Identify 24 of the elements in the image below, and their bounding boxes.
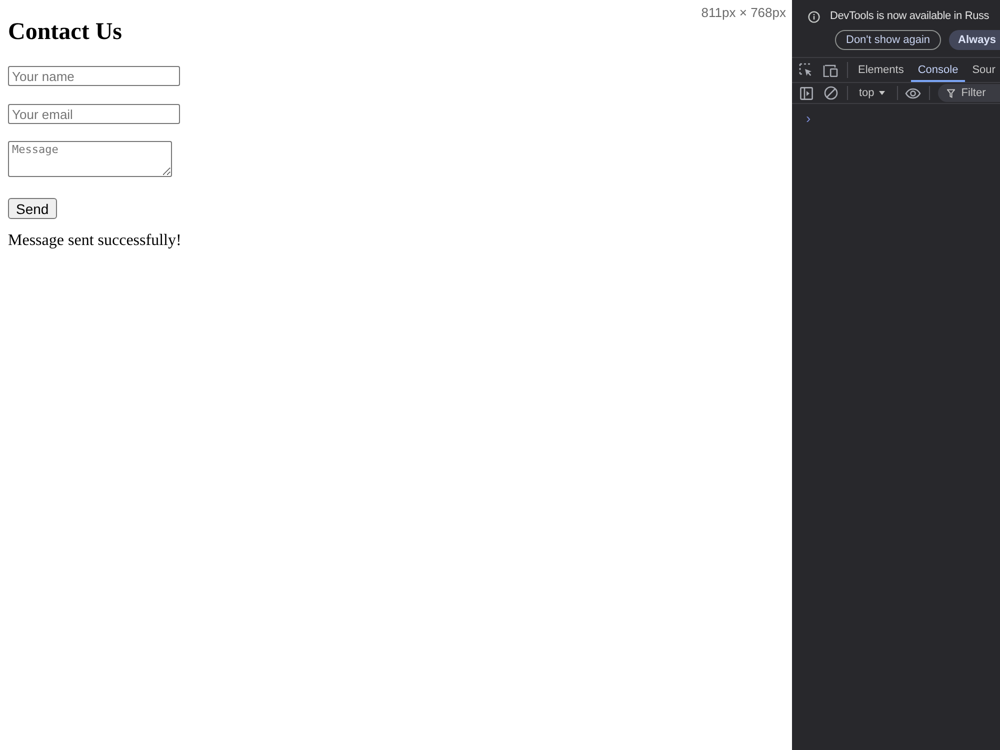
tab[interactable]: Console <box>910 58 966 82</box>
viewport-size-label: 811px × 768px <box>701 5 786 21</box>
inspect-icon[interactable] <box>799 63 813 77</box>
devices-icon[interactable] <box>823 64 838 76</box>
tab[interactable]: Sour <box>965 58 1000 82</box>
send-button[interactable]: Send <box>8 198 57 219</box>
page-heading: Contact Us <box>8 18 122 47</box>
tab[interactable]: Elements <box>851 58 911 82</box>
caret-icon <box>879 91 886 95</box>
input-field[interactable]: Your email <box>8 104 180 124</box>
info-icon <box>808 10 820 22</box>
status-message: Message sent successfully! <box>8 232 182 250</box>
eye-icon[interactable] <box>905 88 922 98</box>
sidebar-icon[interactable] <box>800 86 813 100</box>
context-selector[interactable]: top <box>856 86 888 100</box>
console-prompt[interactable]: › <box>806 110 811 126</box>
notice-text: DevTools is now available in Russ <box>830 10 990 23</box>
textarea-field[interactable]: Message <box>8 141 172 177</box>
filter-field[interactable]: Filter <box>938 84 1000 102</box>
notice-button[interactable]: Always <box>949 30 1000 50</box>
notice-button[interactable]: Don't show again <box>835 30 942 50</box>
funnel-icon <box>947 88 956 98</box>
input-field[interactable]: Your name <box>8 66 180 86</box>
clear-icon[interactable] <box>824 86 838 100</box>
